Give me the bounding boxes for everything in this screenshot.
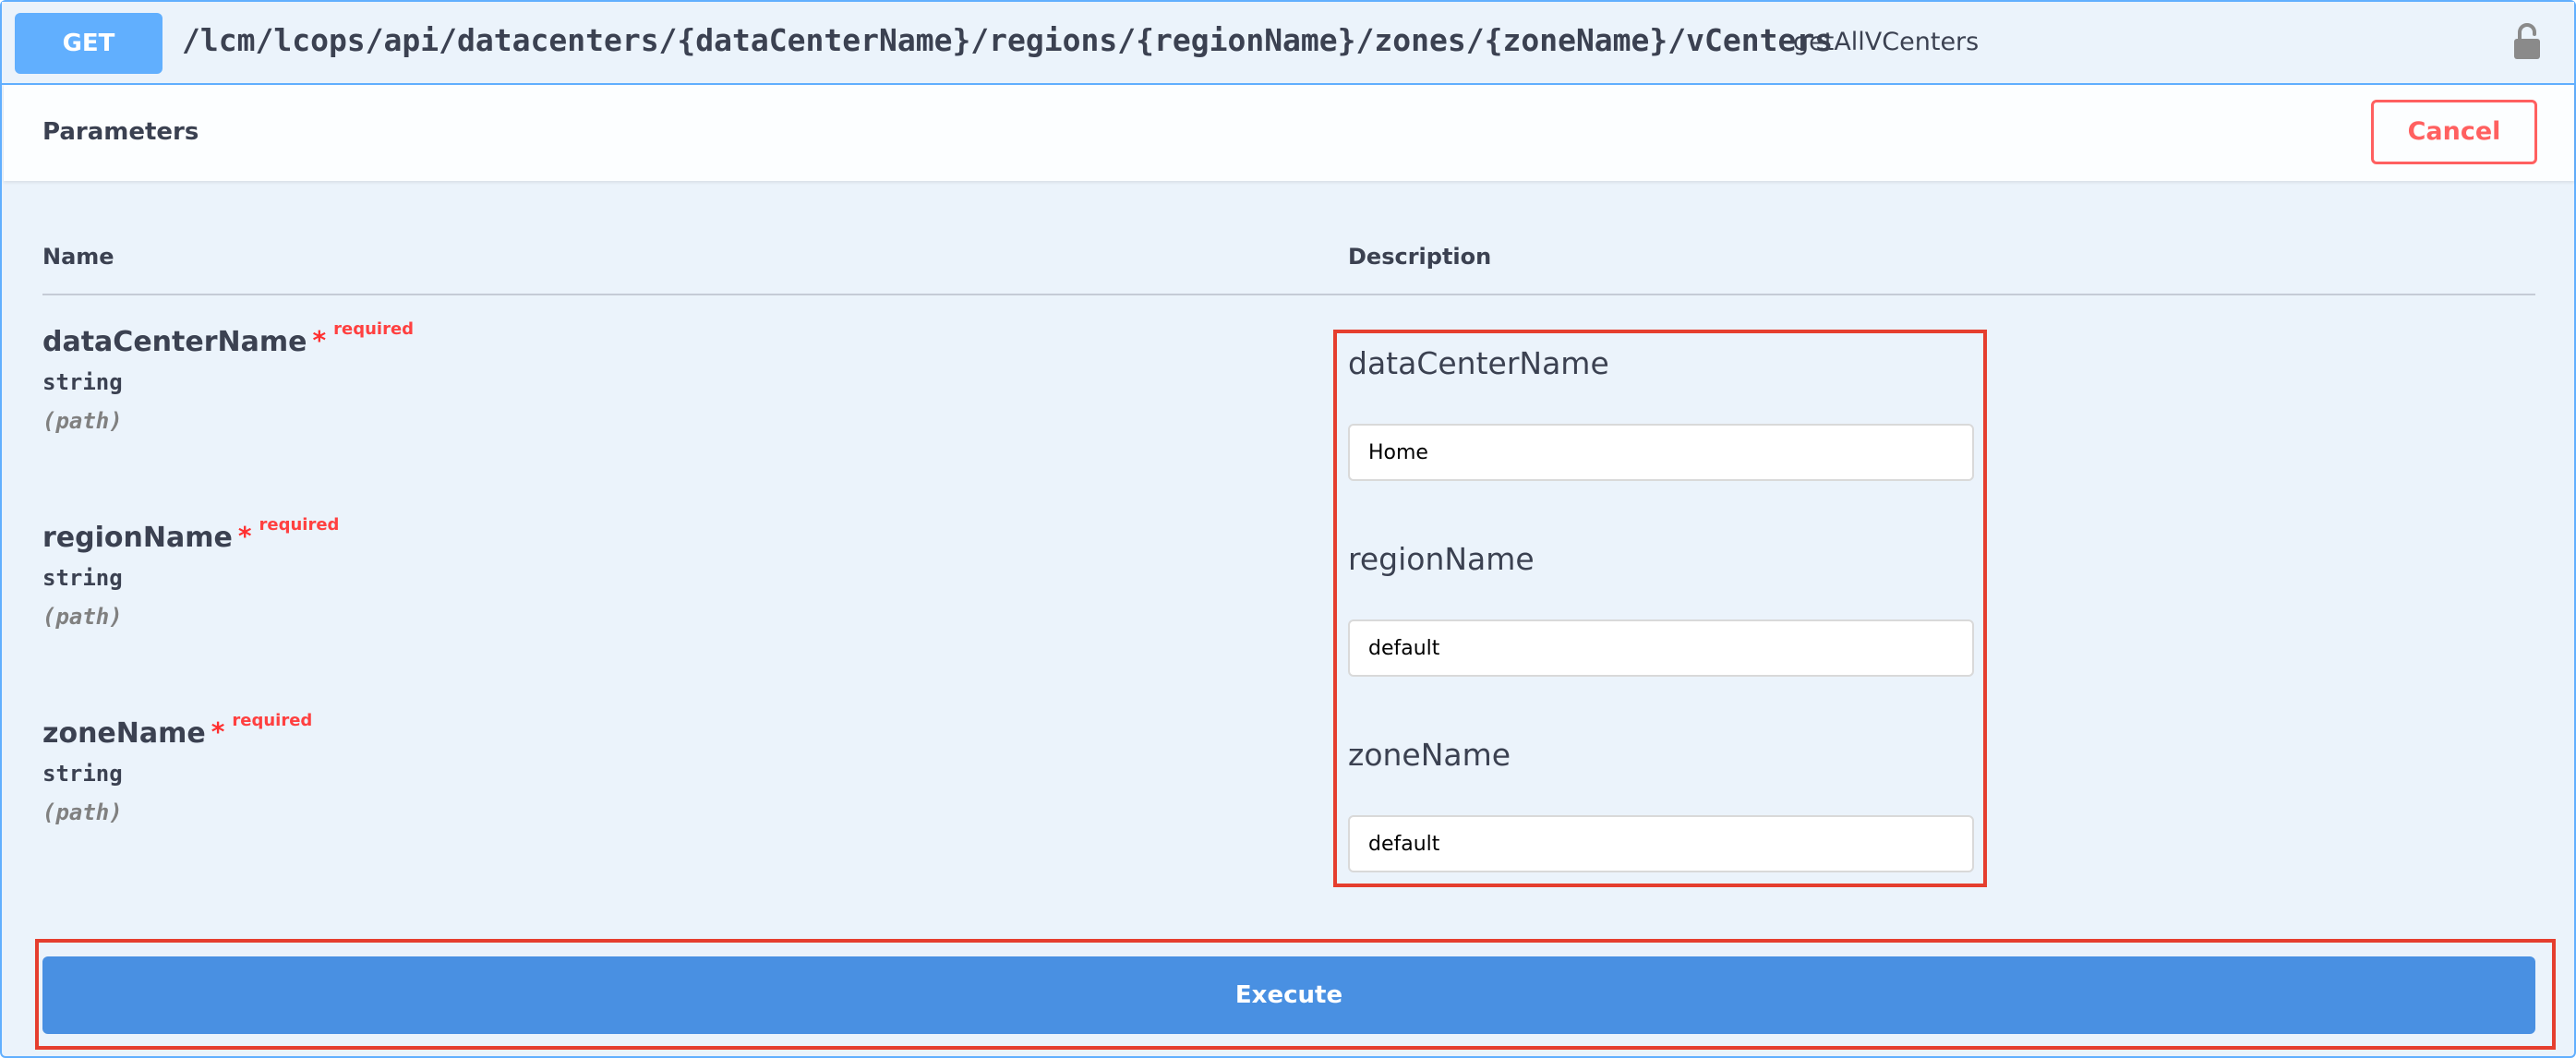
param-name-zonename: zoneName * required [42,711,312,750]
parameters-title: Parameters [42,118,199,146]
required-star: * [237,521,252,551]
param-name-label: regionName [42,522,233,554]
param-name-label: zoneName [42,717,206,750]
required-star: * [312,325,327,355]
required-label: required [232,711,313,730]
required-label: required [333,319,415,339]
cancel-button[interactable]: Cancel [2371,100,2537,164]
param-description-datacentername: dataCenterName [1348,345,1609,381]
param-description-zonename: zoneName [1348,737,1511,773]
param-location: (path) [42,408,123,434]
param-name-datacentername: dataCenterName * required [42,319,414,358]
required-star: * [211,716,225,747]
param-type: string [42,369,123,395]
param-location: (path) [42,604,123,630]
param-type: string [42,565,123,591]
endpoint-path: /lcm/lcops/api/datacenters/{dataCenterNa… [182,22,1834,58]
param-name-label: dataCenterName [42,326,307,358]
description-column-header: Description [1348,244,1492,270]
datacentername-input[interactable] [1348,424,1974,481]
operation-id: getAllVCenters [1793,28,1980,56]
parameters-header: Parameters Cancel [4,85,2574,181]
execute-button[interactable]: Execute [42,956,2535,1034]
param-type: string [42,761,123,787]
regionname-input[interactable] [1348,619,1974,677]
name-column-header: Name [42,244,114,270]
param-location: (path) [42,800,123,825]
required-label: required [259,515,340,535]
zonename-input[interactable] [1348,815,1974,872]
param-description-regionname: regionName [1348,541,1535,577]
http-method-badge: GET [15,13,163,74]
operation-summary[interactable]: GET /lcm/lcops/api/datacenters/{dataCent… [2,2,2574,85]
operation-block: GET /lcm/lcops/api/datacenters/{dataCent… [0,0,2576,1058]
inputs-highlight-box [1333,330,1987,887]
param-name-regionname: regionName * required [42,515,339,554]
table-header-divider [42,294,2535,295]
unlocked-padlock-icon[interactable] [2511,22,2543,61]
